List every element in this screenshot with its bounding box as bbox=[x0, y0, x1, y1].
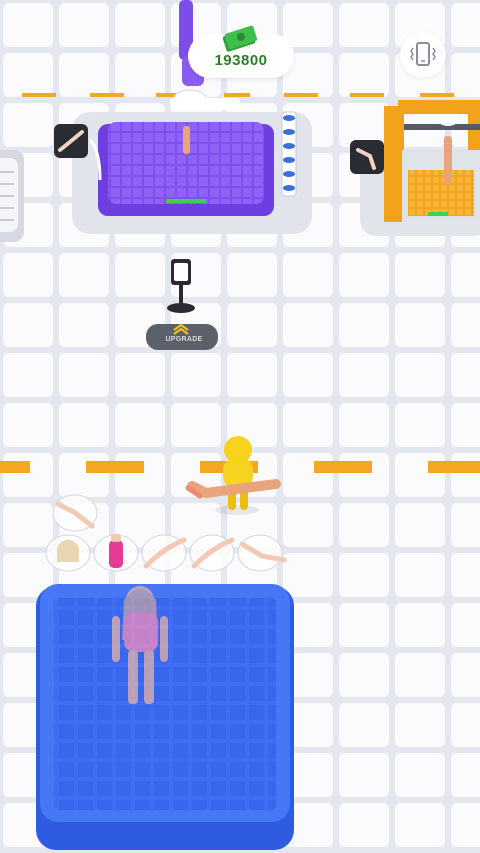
carried-part-torso bbox=[93, 534, 139, 572]
upgrade-label[interactable]: UPGRADE bbox=[156, 336, 212, 343]
carried-part-arm-2 bbox=[189, 534, 235, 572]
side-machine-left bbox=[0, 150, 24, 242]
arm-part-icon bbox=[54, 124, 88, 158]
leg-part-icon bbox=[350, 140, 384, 174]
vibration-toggle-button[interactable] bbox=[400, 32, 446, 78]
carried-part-arm bbox=[141, 534, 187, 572]
game-scene bbox=[0, 0, 480, 853]
money-amount: 193800 bbox=[214, 52, 268, 69]
phone-vibrate-icon bbox=[410, 42, 436, 66]
carried-part-leg bbox=[52, 494, 98, 532]
money-counter: 193800 bbox=[188, 25, 294, 78]
cash-stack-icon bbox=[222, 25, 258, 52]
carried-part-head bbox=[45, 534, 91, 572]
